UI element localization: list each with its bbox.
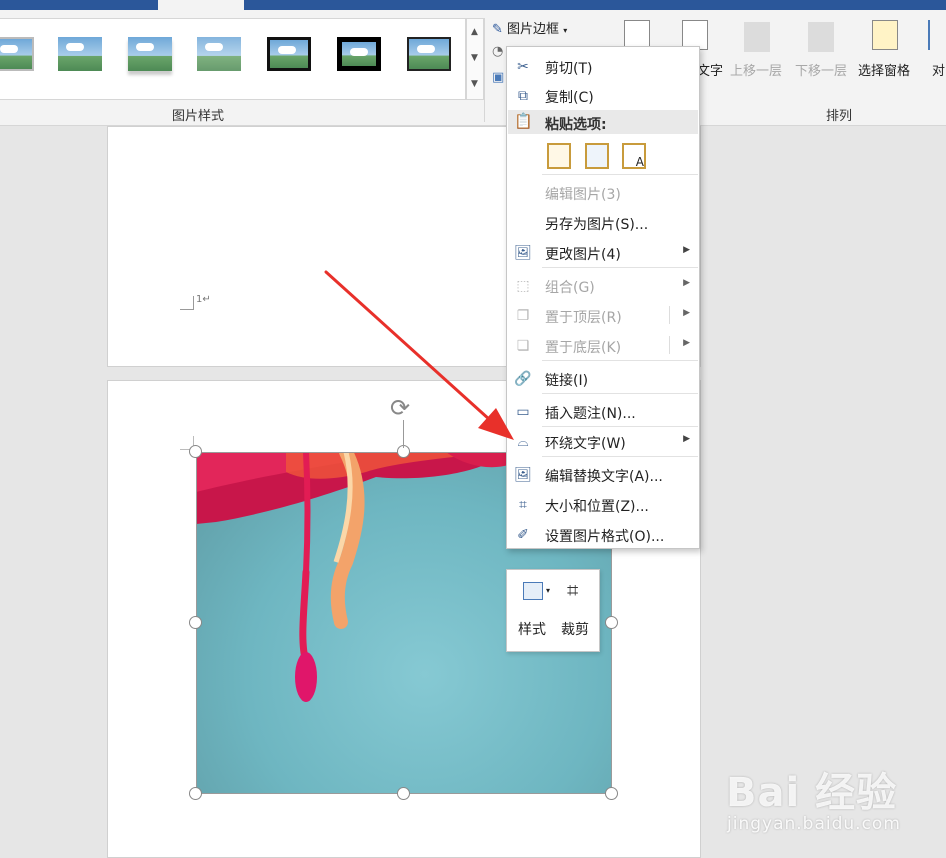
menu-item-group[interactable]: ⬚ 组合(G) ▶ — [508, 272, 698, 298]
style-thumb-5[interactable] — [267, 37, 311, 71]
paste-keep-format-icon[interactable] — [547, 143, 571, 169]
link-icon: 🔗 — [514, 371, 532, 387]
menu-item-insert-caption[interactable]: ▭ 插入题注(N)... — [508, 398, 698, 424]
menu-item-edit-alt-text[interactable]: 🖼 编辑替换文字(A)... — [508, 461, 698, 487]
menu-item-cut[interactable]: ✂ 剪切(T) — [508, 53, 698, 79]
ribbon: ▲ ▼ ▼ 图片样式 ✎ 图片边框 ▾ ◔ ▣ 文字 上移一层 下移一层 选择窗… — [0, 10, 946, 126]
crop-button[interactable]: ⌗ 裁剪 — [557, 576, 597, 646]
margin-corner-marker — [180, 296, 194, 310]
menu-item-link[interactable]: 🔗 链接(I) — [508, 365, 698, 391]
scissors-icon: ✂ — [517, 59, 529, 75]
format-picture-icon: ✐ — [517, 527, 529, 543]
pencil-icon: ✎ — [492, 22, 503, 37]
clipboard-icon: 📋 — [514, 112, 533, 130]
rotate-handle-icon[interactable]: ⟳ — [390, 394, 410, 422]
picture-styles-group-label: 图片样式 — [172, 109, 225, 124]
picture-effects-icon[interactable]: ◔ — [492, 44, 503, 59]
chevron-down-icon: ▾ — [546, 586, 551, 595]
style-thumb-2[interactable] — [58, 37, 102, 71]
selection-pane-button[interactable]: 选择窗格 — [858, 60, 910, 79]
size-position-icon: ⌗ — [519, 497, 527, 513]
resize-handle-bottom-left[interactable] — [189, 787, 202, 800]
style-thumb-1[interactable] — [0, 37, 34, 71]
menu-item-copy[interactable]: ⧉ 复制(C) — [508, 82, 698, 108]
menu-item-format-picture[interactable]: ✐ 设置图片格式(O)... — [508, 521, 698, 547]
paragraph-mark: 1↵ — [196, 294, 211, 305]
menu-separator — [542, 456, 698, 457]
baidu-watermark-logo: Bai 经验 — [726, 770, 898, 816]
caption-icon: ▭ — [516, 404, 530, 420]
submenu-arrow-icon: ▶ — [683, 338, 690, 348]
style-thumb-7[interactable] — [407, 37, 451, 71]
menu-separator — [542, 267, 698, 268]
align-icon — [928, 20, 946, 50]
picture-border-button[interactable]: ✎ 图片边框 ▾ — [492, 18, 567, 37]
scroll-up-icon[interactable]: ▲ — [471, 27, 478, 37]
group-separator — [484, 18, 485, 122]
baidu-watermark-url: jingyan.baidu.com — [727, 814, 901, 834]
mini-toolbar: ▾ 样式 ⌗ 裁剪 — [506, 569, 600, 652]
resize-handle-top-left[interactable] — [189, 445, 202, 458]
context-menu: ✂ 剪切(T) ⧉ 复制(C) 📋 粘贴选项: A 编辑图片(3) 另存为图片(… — [506, 46, 700, 549]
menu-item-change-picture[interactable]: 🖼 更改图片(4) ▶ — [508, 239, 698, 265]
chevron-down-icon: ▾ — [563, 26, 568, 35]
menu-item-edit-picture[interactable]: 编辑图片(3) — [508, 179, 698, 205]
scroll-down-icon[interactable]: ▼ — [471, 53, 478, 63]
menu-separator — [542, 174, 698, 175]
resize-handle-middle-right[interactable] — [605, 616, 618, 629]
send-to-back-icon: ❏ — [516, 338, 530, 354]
wrap-text-icon: ⌓ — [517, 434, 529, 450]
wrap-text-button[interactable]: 文字 — [697, 60, 723, 79]
picture-styles-gallery — [0, 18, 466, 100]
menu-item-save-as-picture[interactable]: 另存为图片(S)... — [508, 209, 698, 235]
alt-text-icon: 🖼 — [514, 467, 532, 483]
submenu-arrow-icon: ▶ — [683, 245, 690, 255]
menu-separator — [542, 426, 698, 427]
align-button[interactable]: 对 — [932, 60, 945, 79]
style-thumb-6[interactable] — [337, 37, 381, 71]
resize-handle-bottom-center[interactable] — [397, 787, 410, 800]
group-icon: ⬚ — [516, 278, 530, 294]
title-bar — [0, 0, 946, 10]
bring-forward-button[interactable]: 上移一层 — [730, 60, 782, 79]
menu-item-size-position[interactable]: ⌗ 大小和位置(Z)... — [508, 491, 698, 517]
menu-item-wrap-text[interactable]: ⌓ 环绕文字(W) ▶ — [508, 428, 698, 454]
send-backward-button[interactable]: 下移一层 — [795, 60, 847, 79]
submenu-arrow-icon: ▶ — [683, 278, 690, 288]
arrange-group-label: 排列 — [826, 109, 853, 124]
paste-text-only-icon[interactable]: A — [622, 143, 646, 169]
style-button[interactable]: ▾ 样式 — [513, 576, 555, 646]
paste-options-header: 📋 粘贴选项: — [508, 110, 698, 134]
bring-forward-icon — [744, 22, 770, 52]
paste-picture-icon[interactable] — [585, 143, 609, 169]
change-picture-icon: 🖼 — [514, 245, 532, 261]
bring-to-front-icon: ❐ — [516, 308, 530, 324]
submenu-arrow-icon: ▶ — [683, 434, 690, 444]
gallery-scrollbar[interactable]: ▲ ▼ ▼ — [466, 18, 484, 100]
style-thumb-4[interactable] — [197, 37, 241, 71]
active-ribbon-tab[interactable] — [158, 0, 244, 10]
menu-separator — [542, 360, 698, 361]
menu-item-send-to-back[interactable]: ❏ 置于底层(K) ▶ — [508, 332, 698, 358]
selection-pane-icon — [872, 20, 898, 50]
send-backward-icon — [808, 22, 834, 52]
rotate-handle-stem — [403, 420, 404, 448]
copy-icon: ⧉ — [518, 88, 528, 104]
gallery-more-icon[interactable]: ▼ — [471, 79, 478, 89]
menu-separator — [542, 393, 698, 394]
picture-layout-icon[interactable]: ▣ — [492, 70, 504, 85]
picture-style-icon — [523, 582, 543, 600]
resize-handle-bottom-right[interactable] — [605, 787, 618, 800]
menu-item-bring-to-front[interactable]: ❐ 置于顶层(R) ▶ — [508, 302, 698, 328]
crop-icon: ⌗ — [567, 578, 579, 602]
picture-border-label: 图片边框 — [507, 22, 560, 37]
resize-handle-middle-left[interactable] — [189, 616, 202, 629]
style-thumb-3[interactable] — [128, 37, 172, 71]
submenu-arrow-icon: ▶ — [683, 308, 690, 318]
